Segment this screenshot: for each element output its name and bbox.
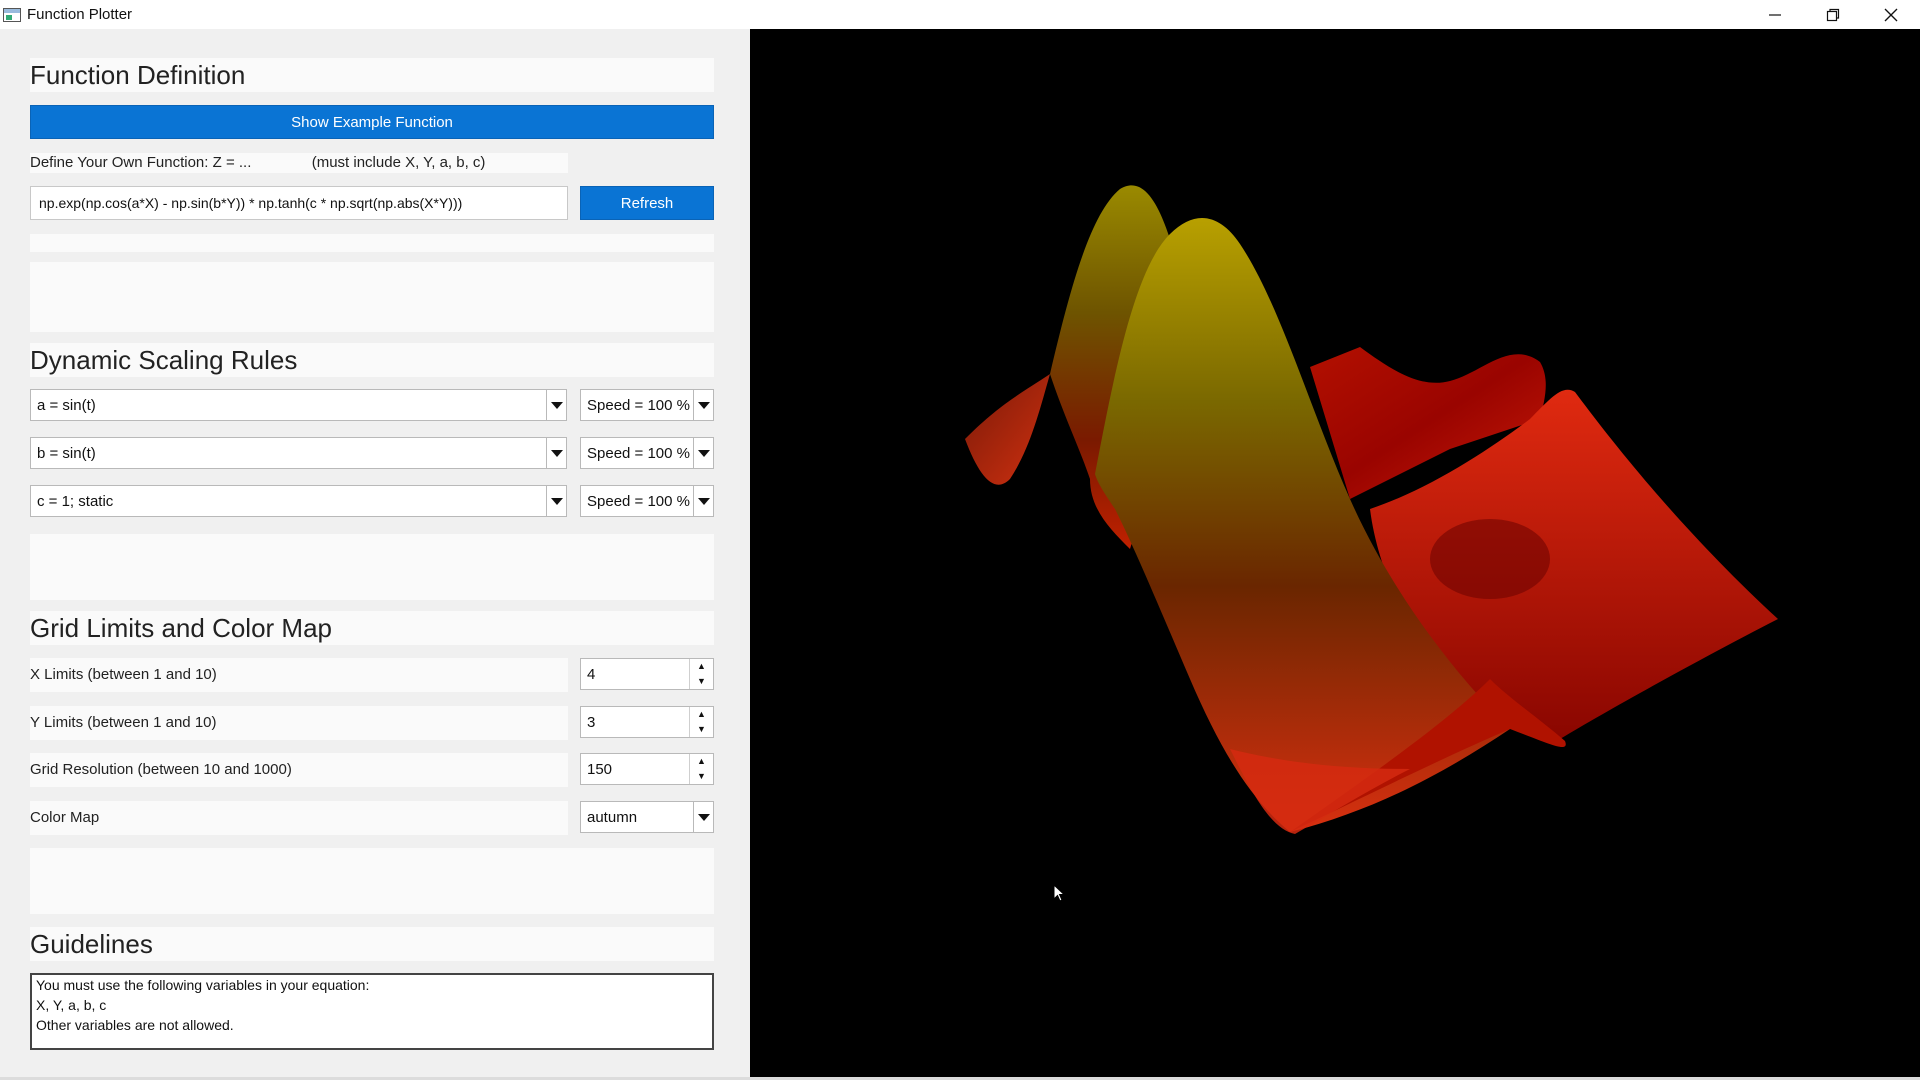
window-controls bbox=[1746, 0, 1920, 29]
window-title: Function Plotter bbox=[27, 6, 133, 23]
spin-buttons: ▲ ▼ bbox=[689, 707, 713, 737]
guideline-line: X, Y, a, b, c bbox=[36, 997, 107, 1013]
spin-down-icon[interactable]: ▼ bbox=[690, 722, 713, 737]
chevron-down-icon[interactable] bbox=[693, 390, 713, 420]
close-icon bbox=[1884, 8, 1898, 21]
restore-icon bbox=[1826, 8, 1840, 21]
app-icon bbox=[3, 7, 21, 22]
grid-limits-title: Grid Limits and Color Map bbox=[30, 611, 714, 645]
function-input[interactable]: np.exp(np.cos(a*X) - np.sin(b*Y)) * np.t… bbox=[30, 186, 568, 220]
rule-c-value: c = 1; static bbox=[37, 492, 114, 510]
chevron-down-icon[interactable] bbox=[546, 390, 566, 420]
rule-b-select[interactable]: b = sin(t) bbox=[30, 437, 567, 469]
x-limits-label: X Limits (between 1 and 10) bbox=[30, 658, 568, 692]
chevron-down-icon[interactable] bbox=[693, 438, 713, 468]
speed-b-select[interactable]: Speed = 100 % bbox=[580, 437, 714, 469]
spin-up-icon[interactable]: ▲ bbox=[690, 707, 713, 722]
spin-buttons: ▲ ▼ bbox=[689, 754, 713, 784]
function-definition-title: Function Definition bbox=[30, 58, 714, 92]
show-example-button[interactable]: Show Example Function bbox=[30, 105, 714, 139]
spin-up-icon[interactable]: ▲ bbox=[690, 659, 713, 674]
chevron-down-icon[interactable] bbox=[546, 486, 566, 516]
colormap-label: Color Map bbox=[30, 801, 568, 835]
guideline-line: Other variables are not allowed. bbox=[36, 1017, 234, 1033]
speed-c-select[interactable]: Speed = 100 % bbox=[580, 485, 714, 517]
rule-a-value: a = sin(t) bbox=[37, 396, 96, 414]
spin-up-icon[interactable]: ▲ bbox=[690, 754, 713, 769]
define-function-hint: (must include X, Y, a, b, c) bbox=[311, 154, 486, 171]
surface-plot-canvas[interactable] bbox=[750, 29, 1920, 1080]
speed-a-value: Speed = 100 % bbox=[587, 396, 691, 414]
minimize-button[interactable] bbox=[1746, 0, 1804, 29]
rule-a-select[interactable]: a = sin(t) bbox=[30, 389, 567, 421]
spin-down-icon[interactable]: ▼ bbox=[690, 769, 713, 784]
speed-b-value: Speed = 100 % bbox=[587, 444, 691, 462]
x-limits-value: 4 bbox=[587, 665, 596, 683]
resolution-value: 150 bbox=[587, 760, 613, 778]
speed-c-value: Speed = 100 % bbox=[587, 492, 691, 510]
chevron-down-icon[interactable] bbox=[693, 486, 713, 516]
y-limits-value: 3 bbox=[587, 713, 596, 731]
minimize-icon bbox=[1769, 13, 1781, 16]
spacer bbox=[30, 848, 714, 914]
surface-back-left bbox=[965, 374, 1050, 485]
rule-c-select[interactable]: c = 1; static bbox=[30, 485, 567, 517]
dynamic-scaling-title: Dynamic Scaling Rules bbox=[30, 343, 714, 377]
y-limits-label: Y Limits (between 1 and 10) bbox=[30, 706, 568, 740]
chevron-down-icon[interactable] bbox=[693, 802, 713, 832]
define-function-label: Define Your Own Function: Z = ... (must … bbox=[30, 153, 568, 173]
refresh-button[interactable]: Refresh bbox=[580, 186, 714, 220]
speed-a-select[interactable]: Speed = 100 % bbox=[580, 389, 714, 421]
resolution-spinbox[interactable]: 150 ▲ ▼ bbox=[580, 753, 714, 785]
spacer bbox=[30, 262, 714, 332]
control-panel: Function Definition Show Example Functio… bbox=[0, 29, 750, 1080]
spin-buttons: ▲ ▼ bbox=[689, 659, 713, 689]
colormap-value: autumn bbox=[587, 808, 638, 826]
spacer bbox=[30, 234, 714, 252]
resolution-label: Grid Resolution (between 10 and 1000) bbox=[30, 753, 568, 787]
chevron-down-icon[interactable] bbox=[546, 438, 566, 468]
guidelines-text: You must use the following variables in … bbox=[30, 973, 714, 1050]
surface-plot bbox=[965, 185, 1778, 834]
rule-b-value: b = sin(t) bbox=[37, 444, 96, 462]
guideline-line: You must use the following variables in … bbox=[36, 977, 370, 993]
y-limits-spinbox[interactable]: 3 ▲ ▼ bbox=[580, 706, 714, 738]
close-button[interactable] bbox=[1862, 0, 1920, 29]
x-limits-spinbox[interactable]: 4 ▲ ▼ bbox=[580, 658, 714, 690]
colormap-select[interactable]: autumn bbox=[580, 801, 714, 833]
spacer bbox=[30, 534, 714, 600]
mouse-cursor-icon bbox=[1053, 884, 1066, 902]
guidelines-title: Guidelines bbox=[30, 927, 714, 961]
define-function-text: Define Your Own Function: Z = ... bbox=[30, 154, 252, 171]
surface-hollow bbox=[1430, 519, 1550, 599]
spin-down-icon[interactable]: ▼ bbox=[690, 674, 713, 689]
title-bar: Function Plotter bbox=[0, 0, 1920, 29]
restore-button[interactable] bbox=[1804, 0, 1862, 29]
